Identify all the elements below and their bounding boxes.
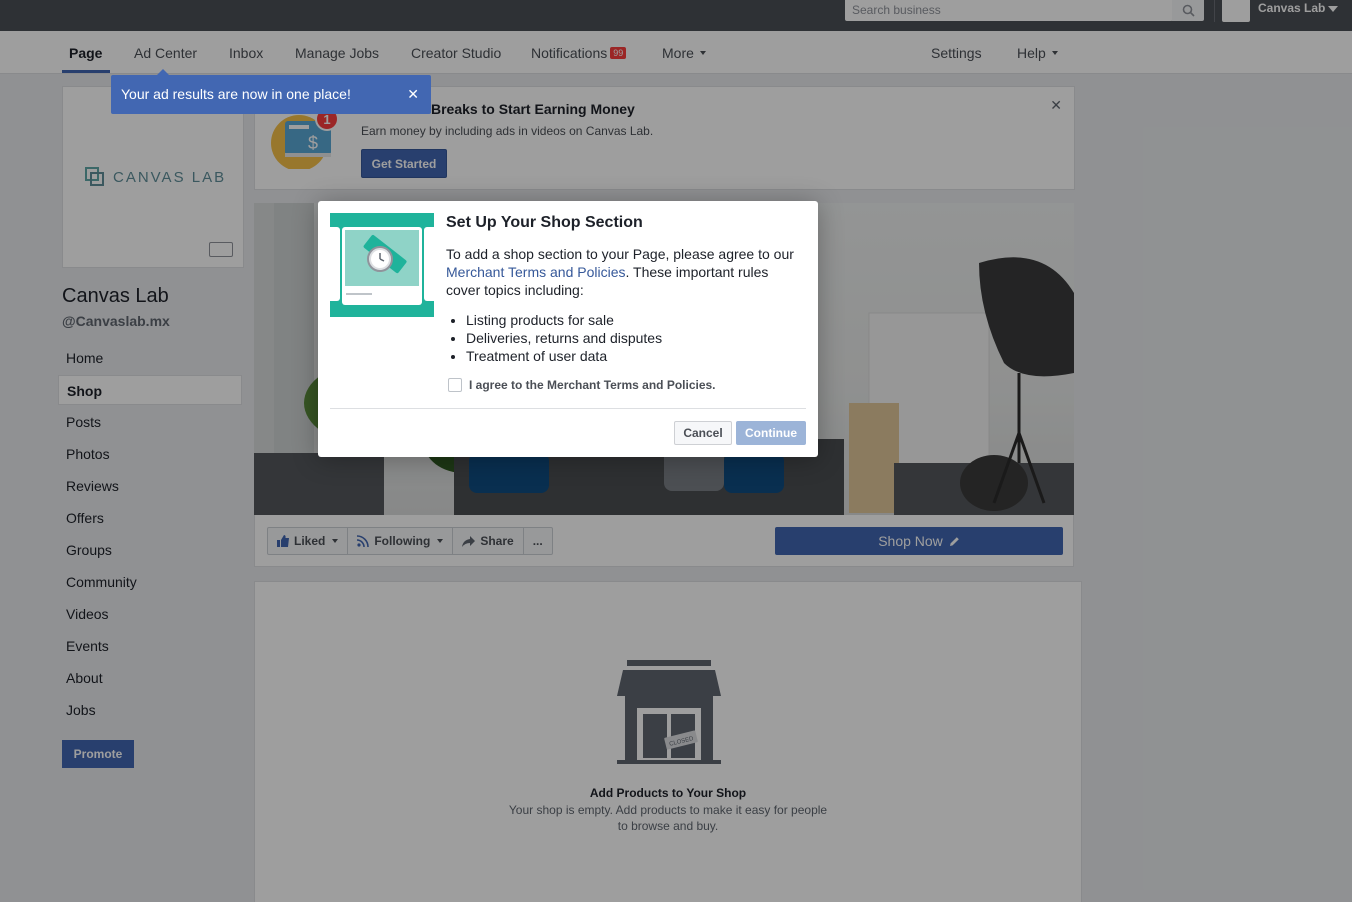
shop-illustration [330,213,434,317]
terms-topics-list: Listing products for sale Deliveries, re… [466,311,662,365]
dialog-body: To add a shop section to your Page, plea… [446,245,806,299]
tooltip-close-icon[interactable]: ✕ [407,86,419,103]
list-item: Listing products for sale [466,311,662,329]
dialog-body-before: To add a shop section to your Page, plea… [446,246,794,262]
list-item: Deliveries, returns and disputes [466,329,662,347]
list-item: Treatment of user data [466,347,662,365]
agree-checkbox-row[interactable]: I agree to the Merchant Terms and Polici… [448,378,716,392]
agree-checkbox[interactable] [448,378,462,392]
dialog-title: Set Up Your Shop Section [446,214,643,231]
tooltip-text: Your ad results are now in one place! [121,86,351,102]
ad-results-tooltip: Your ad results are now in one place! ✕ [111,69,431,114]
agree-label[interactable]: I agree to the Merchant Terms and Polici… [469,378,716,392]
merchant-terms-link[interactable]: Merchant Terms and Policies [446,264,625,280]
continue-button[interactable]: Continue [736,421,806,445]
dialog-divider [330,408,806,409]
product-card-illustration-icon [330,227,434,305]
cancel-button[interactable]: Cancel [674,421,732,445]
setup-shop-dialog: Set Up Your Shop Section To add a shop s… [318,201,818,457]
